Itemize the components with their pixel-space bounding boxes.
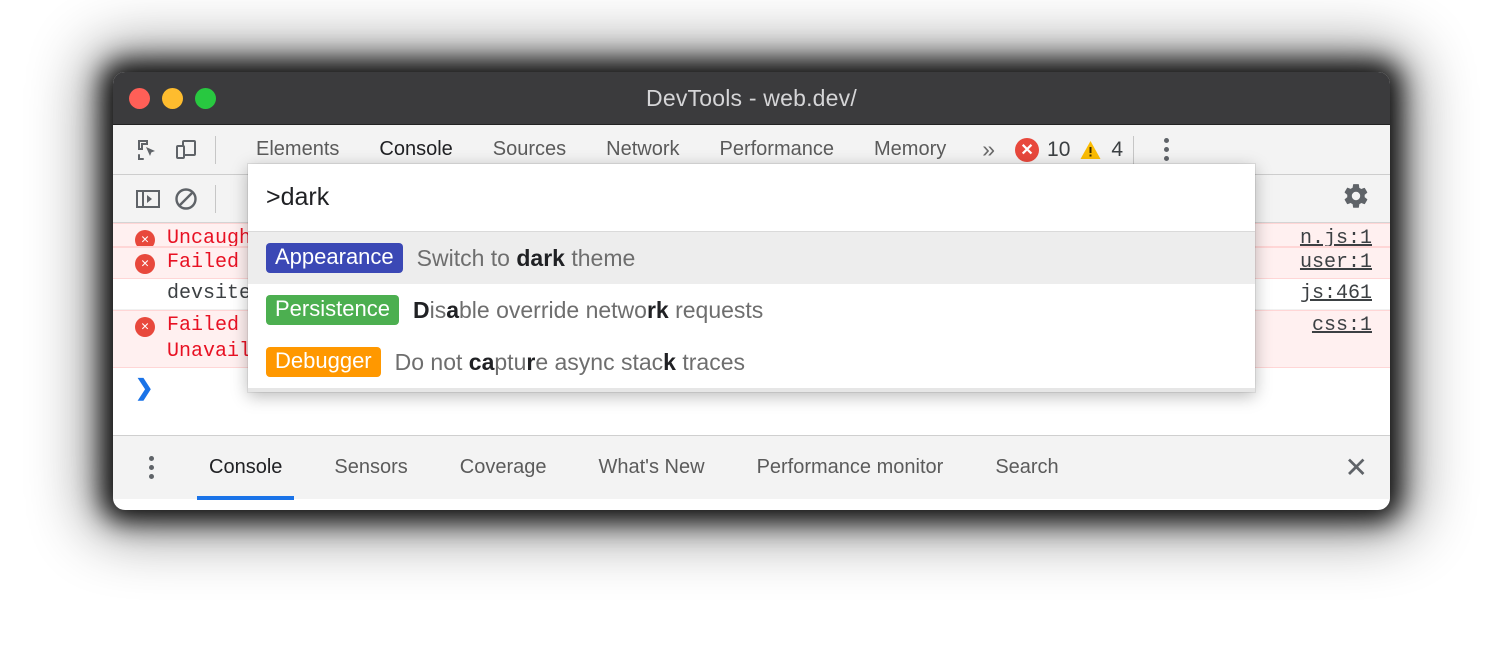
- window-title: DevTools - web.dev/: [113, 85, 1390, 112]
- error-icon: ✕: [135, 230, 155, 247]
- prompt-chevron-icon: ❯: [135, 375, 153, 401]
- tab-sources[interactable]: Sources: [473, 138, 586, 161]
- close-window-button[interactable]: [129, 88, 150, 109]
- command-category-badge: Persistence: [266, 295, 399, 325]
- drawer-kebab-menu-icon[interactable]: [129, 451, 173, 485]
- command-results-list: Appearance Switch to dark theme Persistenc…: [248, 232, 1255, 392]
- error-count-label: 10: [1047, 138, 1070, 162]
- command-result-item[interactable]: Appearance Switch to dark theme: [248, 232, 1255, 284]
- source-link[interactable]: js:461: [1288, 281, 1372, 307]
- command-description: Disable override network requests: [413, 297, 763, 324]
- kebab-menu-icon[interactable]: [1144, 133, 1188, 167]
- device-toolbar-icon[interactable]: [167, 133, 205, 167]
- drawer-tab-whats-new[interactable]: What's New: [572, 436, 730, 500]
- error-count-icon: ✕: [1015, 138, 1039, 162]
- command-result-item[interactable]: Debugger Do not capture async stack trace…: [248, 336, 1255, 388]
- minimize-window-button[interactable]: [162, 88, 183, 109]
- drawer-tab-search[interactable]: Search: [969, 436, 1084, 500]
- command-category-badge: Appearance: [266, 243, 403, 273]
- tab-network[interactable]: Network: [586, 138, 699, 161]
- panel-tabs: Elements Console Sources Network Perform…: [236, 138, 966, 161]
- command-category-badge: Debugger: [266, 347, 381, 377]
- tab-elements[interactable]: Elements: [236, 138, 359, 161]
- inspect-element-icon[interactable]: [129, 133, 167, 167]
- drawer-tab-coverage[interactable]: Coverage: [434, 436, 573, 500]
- traffic-lights: [129, 88, 216, 109]
- chevron-double-right-icon[interactable]: »: [966, 136, 1011, 163]
- drawer-tab-console[interactable]: Console: [183, 436, 308, 500]
- command-palette[interactable]: >dark Appearance Switch to dark theme Pers…: [248, 164, 1255, 392]
- error-icon: ✕: [135, 317, 155, 337]
- toolbar-divider-2: [1133, 136, 1134, 164]
- console-toolbar-divider: [215, 185, 216, 213]
- command-description: Switch to dark theme: [417, 245, 636, 272]
- toolbar-divider: [215, 136, 216, 164]
- drawer-tab-performance-monitor[interactable]: Performance monitor: [731, 436, 970, 500]
- command-description: Do not capture async stack traces: [395, 349, 745, 376]
- tab-memory[interactable]: Memory: [854, 138, 966, 161]
- maximize-window-button[interactable]: [195, 88, 216, 109]
- gear-icon[interactable]: [1342, 182, 1370, 215]
- command-result-item[interactable]: Persistence Disable override network requ…: [248, 284, 1255, 336]
- console-sidebar-toggle-icon[interactable]: [129, 182, 167, 216]
- warning-count-label: 4: [1111, 138, 1123, 162]
- close-drawer-icon[interactable]: ✕: [1345, 454, 1368, 482]
- tab-console[interactable]: Console: [359, 138, 472, 161]
- warning-triangle-icon: [1078, 139, 1103, 161]
- screenshot-root: DevTools - web.dev/ Elements Conso: [0, 0, 1502, 658]
- clear-console-icon[interactable]: [167, 182, 205, 216]
- source-link[interactable]: user:1: [1288, 250, 1372, 276]
- window-titlebar: DevTools - web.dev/: [113, 72, 1390, 125]
- tab-performance[interactable]: Performance: [700, 138, 855, 161]
- issue-counters[interactable]: ✕ 10 4: [1015, 138, 1123, 162]
- drawer-tab-sensors[interactable]: Sensors: [308, 436, 433, 500]
- source-link[interactable]: n.js:1: [1288, 226, 1372, 247]
- drawer-tabbar: Console Sensors Coverage What's New Perf…: [113, 435, 1390, 499]
- error-icon: ✕: [135, 254, 155, 274]
- command-input[interactable]: >dark: [248, 164, 1255, 232]
- source-link[interactable]: css:1: [1300, 313, 1372, 339]
